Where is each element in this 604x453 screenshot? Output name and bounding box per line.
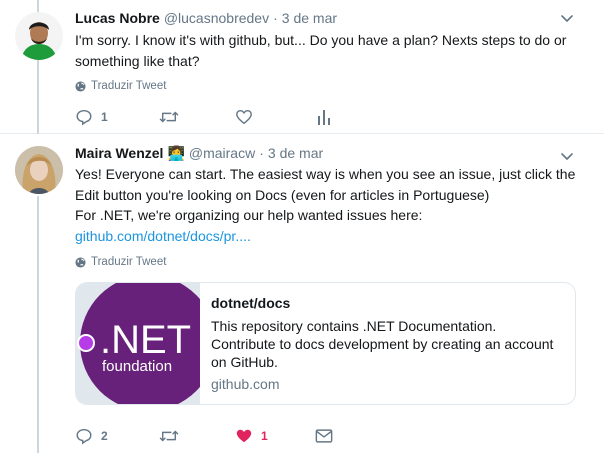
separator: · xyxy=(259,145,264,161)
reply-button[interactable]: 2 xyxy=(75,426,108,446)
card-title: dotnet/docs xyxy=(211,295,291,311)
tweet-text-line: For .NET, we're organizing our help want… xyxy=(75,207,423,223)
tweet-header: Lucas Nobre @lucasnobredev · 3 de mar xyxy=(75,9,337,27)
tweet-date[interactable]: 3 de mar xyxy=(268,145,323,161)
like-icon xyxy=(236,109,252,125)
translate-label: Traduzir Tweet xyxy=(91,256,167,268)
card-description: This repository contains .NET Documentat… xyxy=(211,318,554,370)
avatar[interactable] xyxy=(15,146,63,194)
retweet-icon xyxy=(159,430,179,442)
svg-text:foundation: foundation xyxy=(102,358,172,375)
globe-icon xyxy=(75,256,86,268)
card-domain: github.com xyxy=(211,376,280,392)
retweet-icon xyxy=(159,111,179,123)
retweet-button[interactable] xyxy=(159,107,179,127)
tweet[interactable]: Lucas Nobre @lucasnobredev · 3 de mar I'… xyxy=(0,0,604,134)
reply-icon xyxy=(76,109,92,126)
like-count: 1 xyxy=(261,429,268,443)
chevron-down-icon[interactable] xyxy=(560,11,574,25)
author-name[interactable]: Lucas Nobre xyxy=(75,10,160,26)
globe-icon xyxy=(75,80,86,92)
translate-tweet[interactable]: Traduzir Tweet xyxy=(75,255,166,269)
like-button[interactable]: 1 xyxy=(235,426,268,446)
technologist-emoji: 👩‍💻 xyxy=(167,144,185,161)
like-filled-icon xyxy=(236,429,252,443)
reply-button[interactable]: 1 xyxy=(75,107,108,127)
link-card[interactable]: .NET foundation dotnet/docs This reposit… xyxy=(75,282,576,405)
tweet-date[interactable]: 3 de mar xyxy=(282,10,337,26)
retweet-button[interactable] xyxy=(159,426,179,446)
reply-count: 1 xyxy=(101,110,108,124)
tweet-text: I'm sorry. I know it's with github, but.… xyxy=(75,32,567,69)
separator: · xyxy=(273,10,278,26)
chevron-down-icon[interactable] xyxy=(560,149,574,163)
author-handle[interactable]: @mairacw xyxy=(189,145,255,161)
avatar[interactable] xyxy=(15,12,63,60)
reply-count: 2 xyxy=(101,429,108,443)
translate-label: Traduzir Tweet xyxy=(91,80,167,92)
analytics-icon xyxy=(318,110,330,125)
dotnet-foundation-logo: .NET foundation xyxy=(77,283,200,404)
author-handle[interactable]: @lucasnobredev xyxy=(164,10,269,26)
tweet-header: Maira Wenzel 👩‍💻 @mairacw · 3 de mar xyxy=(75,144,323,162)
message-icon xyxy=(315,429,333,443)
reply-icon xyxy=(76,428,92,445)
translate-tweet[interactable]: Traduzir Tweet xyxy=(75,79,166,93)
tweet-link[interactable]: github.com/dotnet/docs/pr.... xyxy=(75,228,251,244)
svg-text:.NET: .NET xyxy=(100,318,191,362)
tweet-text: Yes! Everyone can start. The easiest way… xyxy=(75,164,590,246)
card-image: .NET foundation xyxy=(76,283,200,404)
author-name[interactable]: Maira Wenzel xyxy=(75,145,163,161)
message-button[interactable] xyxy=(315,426,333,446)
analytics-button[interactable] xyxy=(317,107,331,127)
tweet-text-line: Yes! Everyone can start. The easiest way… xyxy=(75,166,576,203)
like-button[interactable] xyxy=(235,107,253,127)
